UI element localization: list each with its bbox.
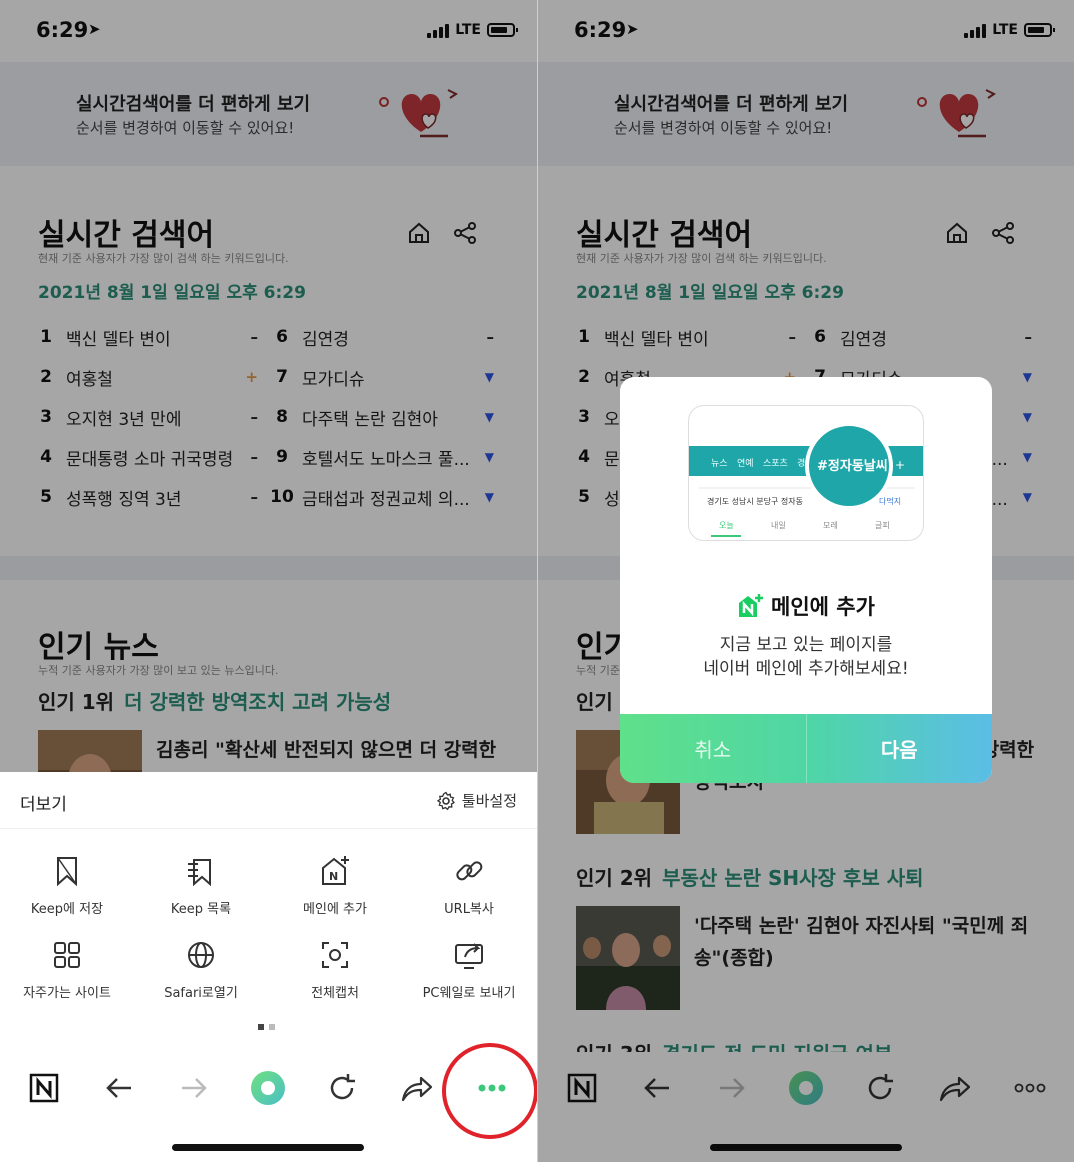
svg-text:+: + [895, 458, 905, 472]
keep-list-button[interactable]: Keep 목록 [134, 850, 268, 934]
send-to-pc-icon [455, 943, 483, 969]
green-dot-icon [251, 1071, 285, 1105]
keep-list-icon [188, 859, 211, 887]
more-grid: Keep에 저장 Keep 목록 N 메인에 추가 URL복사 자주가는 사이트… [0, 850, 537, 1018]
refresh-button[interactable] [320, 1066, 364, 1110]
preview-tab: 뉴스 [711, 458, 728, 469]
add-to-main-dialog: 뉴스 연예 스포츠 경 경기도 성남시 분당구 정자동 다먹지 오늘 내일 모레… [620, 377, 992, 783]
share-button[interactable] [395, 1066, 439, 1110]
dialog-title: 메인에 추가 [620, 591, 992, 621]
green-dot-button[interactable] [246, 1066, 290, 1110]
send-to-pc-button[interactable]: PC웨일로 보내기 [402, 934, 536, 1018]
add-to-main-icon: N [322, 856, 349, 885]
page-indicator [258, 1024, 275, 1030]
add-to-main-button[interactable]: N 메인에 추가 [268, 850, 402, 934]
preview-illustration: 뉴스 연예 스포츠 경 경기도 성남시 분당구 정자동 다먹지 오늘 내일 모레… [689, 422, 923, 537]
full-capture-button[interactable]: 전체캡처 [268, 934, 402, 1018]
link-icon [456, 861, 483, 881]
refresh-icon [330, 1074, 355, 1100]
preview-day: 글피 [875, 521, 890, 530]
forward-button[interactable] [172, 1066, 216, 1110]
preview-day: 오늘 [719, 521, 734, 530]
dialog-line-2: 네이버 메인에 추가해보세요! [703, 659, 909, 679]
more-sheet: 더보기 툴바설정 Keep에 저장 Keep 목록 N 메인에 추가 URL복사 [0, 772, 537, 1052]
dialog-buttons: 취소 다음 [620, 714, 992, 783]
globe-icon [188, 942, 214, 968]
naver-plus-icon [739, 594, 764, 617]
preview-tab: 스포츠 [763, 458, 788, 469]
preview-tab: 경 [797, 457, 805, 469]
frequent-sites-button[interactable]: 자주가는 사이트 [0, 934, 134, 1018]
gear-icon [436, 791, 455, 810]
next-button[interactable]: 다음 [807, 714, 993, 783]
naver-home-button[interactable] [22, 1066, 66, 1110]
left-screen: 6:29 ➤ LTE 실시간검색어를 더 편하게 보기 순서를 변경하여 이동할… [0, 0, 537, 1162]
preview-tab: 연예 [737, 458, 754, 469]
naver-n-icon [29, 1073, 59, 1103]
sheet-divider [0, 828, 537, 829]
open-in-safari-button[interactable]: Safari로열기 [134, 934, 268, 1018]
grid-icon [54, 942, 80, 968]
more-sheet-title: 더보기 [20, 795, 67, 815]
toolbar-settings-button[interactable]: 툴바설정 [436, 790, 517, 811]
share-arrow-icon [401, 1076, 433, 1102]
bookmark-icon [57, 857, 77, 887]
cancel-button[interactable]: 취소 [620, 714, 807, 783]
preview-more-link: 다먹지 [879, 496, 901, 506]
arrow-left-icon [106, 1078, 131, 1098]
home-indicator [172, 1144, 364, 1151]
preview-tag: #정자동날씨 [817, 458, 888, 474]
back-button[interactable] [97, 1066, 141, 1110]
capture-icon [322, 942, 348, 968]
highlight-circle [442, 1043, 537, 1139]
right-screen: 6:29 ➤ LTE 실시간검색어를 더 편하게 보기 순서를 변경하여 이동할… [537, 0, 1074, 1162]
keep-save-button[interactable]: Keep에 저장 [0, 850, 134, 934]
url-copy-button[interactable]: URL복사 [402, 850, 536, 934]
preview-address: 경기도 성남시 분당구 정자동 [707, 496, 803, 506]
svg-text:N: N [329, 870, 338, 883]
preview-day: 내일 [771, 521, 786, 530]
dialog-line-1: 지금 보고 있는 페이지를 [719, 635, 893, 655]
preview-day: 모레 [823, 521, 838, 530]
arrow-right-icon [182, 1078, 207, 1098]
dialog-preview-image: 뉴스 연예 스포츠 경 경기도 성남시 분당구 정자동 다먹지 오늘 내일 모레… [688, 405, 924, 541]
